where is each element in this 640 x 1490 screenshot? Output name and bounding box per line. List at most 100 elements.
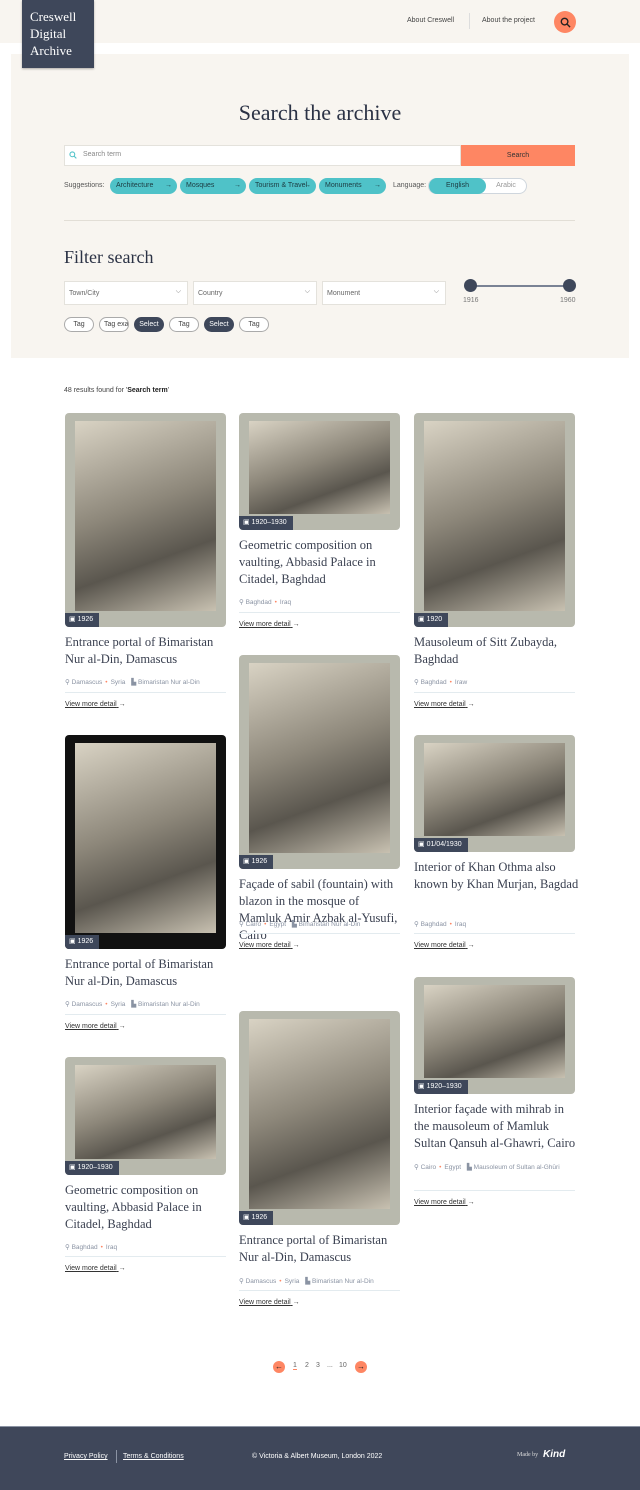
logo[interactable]: Creswell Digital Archive: [22, 0, 94, 68]
language-english[interactable]: English: [429, 178, 486, 194]
suggestion-monuments[interactable]: Monuments →: [319, 178, 386, 194]
date-badge: ▣ 1920: [414, 613, 449, 627]
year-range-track: [470, 285, 569, 287]
archive-photo: [424, 421, 565, 611]
card-title[interactable]: Interior façade with mihrab in the mauso…: [414, 1101, 579, 1152]
card-image[interactable]: [65, 1057, 226, 1175]
view-more-link[interactable]: View more detail →: [414, 701, 475, 708]
card-image[interactable]: [65, 413, 226, 627]
top-bar: [0, 0, 640, 43]
date-badge: ▣ 1926: [65, 613, 100, 627]
arrow-left-icon: ←: [275, 1362, 283, 1371]
card-monument: Bimaristan Nur al-Din: [312, 1278, 374, 1285]
search-input[interactable]: Search term: [64, 145, 461, 166]
tag[interactable]: Tag example: [99, 317, 129, 332]
page-2[interactable]: 2: [305, 1362, 309, 1369]
next-page-button[interactable]: →: [355, 1361, 367, 1373]
arrow-right-icon: →: [467, 701, 475, 708]
tag-selected[interactable]: Select: [204, 317, 234, 332]
card-image[interactable]: [239, 655, 400, 869]
suggestion-architecture[interactable]: Architecture →: [110, 178, 177, 194]
card-city: Baghdad: [71, 1244, 98, 1251]
card-title[interactable]: Mausoleum of Sitt Zubayda, Baghdad: [414, 634, 579, 668]
view-more-link[interactable]: View more detail →: [239, 942, 300, 949]
tag[interactable]: Tag: [239, 317, 269, 332]
terms-link[interactable]: Terms & Conditions: [123, 1453, 184, 1460]
card-image[interactable]: [414, 977, 575, 1094]
card-divider: [65, 692, 226, 693]
card-title[interactable]: Entrance portal of Bimaristan Nur al-Din…: [239, 1232, 404, 1266]
results-suffix: ': [167, 387, 170, 394]
search-button[interactable]: Search: [461, 145, 575, 166]
card-image[interactable]: [414, 413, 575, 627]
page-ellipsis: ...: [327, 1362, 333, 1369]
card-city: Baghdad: [245, 599, 272, 606]
monument-icon: ▙: [131, 1001, 137, 1008]
card-title[interactable]: Interior of Khan Othma also known by Kha…: [414, 859, 579, 893]
calendar-icon: ▣: [418, 616, 425, 623]
card-city: Damascus: [71, 1001, 103, 1008]
tag-selected[interactable]: Select: [134, 317, 164, 332]
filter-title: Filter search: [64, 247, 154, 267]
archive-photo: [75, 1065, 216, 1159]
view-more-text: View more detail: [239, 1299, 291, 1306]
card-image[interactable]: [239, 1011, 400, 1225]
view-more-link[interactable]: View more detail →: [239, 1299, 300, 1306]
date-badge: ▣ 1920–1930: [65, 1161, 119, 1175]
location-pin-icon: ⚲: [239, 1278, 244, 1285]
header-search-button[interactable]: [554, 11, 576, 33]
prev-page-button[interactable]: ←: [273, 1361, 285, 1373]
language-label: Language:: [393, 182, 427, 189]
monument-select[interactable]: Monument ⌵: [322, 281, 446, 305]
view-more-link[interactable]: View more detail →: [65, 701, 126, 708]
card-country: Syria: [110, 679, 126, 686]
view-more-link[interactable]: View more detail →: [414, 942, 475, 949]
card-title[interactable]: Geometric composition on vaulting, Abbas…: [65, 1182, 230, 1233]
card-image[interactable]: [414, 735, 575, 852]
view-more-link[interactable]: View more detail →: [414, 1199, 475, 1206]
card-city: Damascus: [71, 679, 103, 686]
page-10[interactable]: 10: [339, 1362, 347, 1369]
archive-photo: [249, 663, 390, 853]
page-3[interactable]: 3: [316, 1362, 320, 1369]
card-image[interactable]: [65, 735, 226, 949]
card-title[interactable]: Entrance portal of Bimaristan Nur al-Din…: [65, 634, 230, 668]
chevron-down-icon: ⌵: [304, 288, 310, 295]
year-max-label: 1960: [560, 297, 576, 304]
privacy-policy-link[interactable]: Privacy Policy: [64, 1453, 108, 1460]
language-arabic[interactable]: Arabic: [486, 179, 526, 193]
card-meta: ⚲ Baghdad • Iraq: [414, 920, 579, 929]
view-more-link[interactable]: View more detail →: [239, 621, 300, 628]
page-1[interactable]: 1: [293, 1362, 297, 1370]
date-text: 1926: [77, 938, 94, 945]
date-badge: ▣ 1926: [239, 1211, 274, 1225]
town-select[interactable]: Town/City ⌵: [64, 281, 188, 305]
location-pin-icon: ⚲: [414, 679, 419, 686]
suggestion-tourism[interactable]: Tourism & Travel →: [249, 178, 316, 194]
monument-icon: ▙: [291, 921, 297, 928]
suggestion-mosques[interactable]: Mosques →: [180, 178, 246, 194]
nav-about-creswell[interactable]: About Creswell: [407, 17, 454, 24]
card-divider: [65, 1256, 226, 1257]
year-max-handle[interactable]: [563, 279, 576, 292]
arrow-right-icon: →: [118, 701, 126, 708]
view-more-link[interactable]: View more detail →: [65, 1265, 126, 1272]
arrow-right-icon: →: [292, 942, 300, 949]
divider: [64, 220, 575, 221]
year-min-handle[interactable]: [464, 279, 477, 292]
card-title[interactable]: Geometric composition on vaulting, Abbas…: [239, 537, 404, 588]
tag[interactable]: Tag: [64, 317, 94, 332]
card-title[interactable]: Entrance portal of Bimaristan Nur al-Din…: [65, 956, 230, 990]
view-more-link[interactable]: View more detail →: [65, 1023, 126, 1030]
separator-dot: •: [449, 679, 452, 686]
card-divider: [65, 1014, 226, 1015]
archive-photo: [424, 985, 565, 1078]
arrow-right-icon: →: [165, 182, 172, 189]
tag[interactable]: Tag: [169, 317, 199, 332]
kind-logo[interactable]: Kind: [543, 1449, 565, 1460]
nav-about-project[interactable]: About the project: [482, 17, 535, 24]
location-pin-icon: ⚲: [65, 1244, 70, 1251]
card-image[interactable]: [239, 413, 400, 530]
card-monument: Bimaristan Nur al-Din: [138, 679, 200, 686]
country-select[interactable]: Country ⌵: [193, 281, 317, 305]
